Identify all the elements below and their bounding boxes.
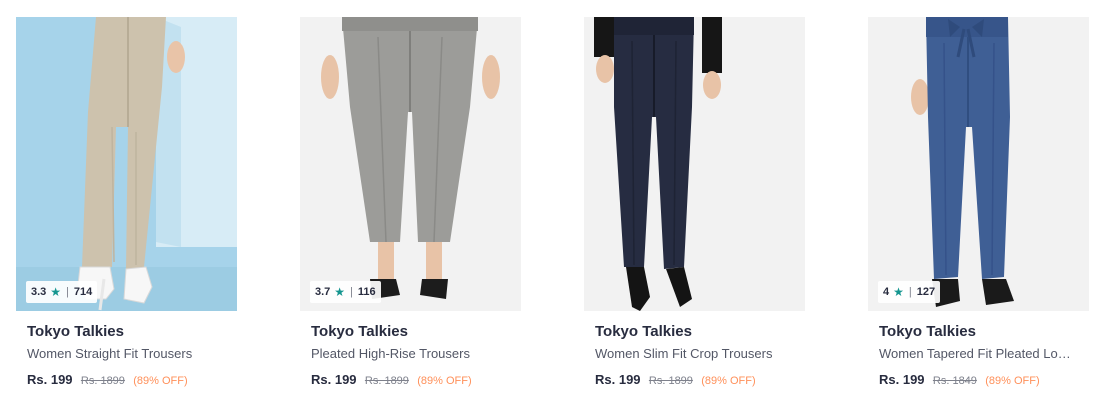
product-brand: Tokyo Talkies <box>311 323 408 340</box>
rating-divider: | <box>66 286 69 298</box>
product-discount: (89% OFF) <box>701 375 756 387</box>
product-card-2[interactable]: 3.7 ★ | 116 Tokyo Talkies Pleated High-R… <box>300 17 521 397</box>
product-photo <box>584 17 805 311</box>
product-brand: Tokyo Talkies <box>595 323 692 340</box>
product-price: Rs. 199 <box>879 372 925 387</box>
price-row: Rs. 199 Rs. 1849 (89% OFF) <box>879 372 1089 389</box>
product-discount: (89% OFF) <box>417 375 472 387</box>
rating-value: 3.3 <box>31 286 47 298</box>
star-icon: ★ <box>334 285 346 299</box>
rating-badge: 3.7 ★ | 116 <box>310 281 381 303</box>
product-mrp: Rs. 1899 <box>364 375 409 387</box>
price-row: Rs. 199 Rs. 1899 (89% OFF) <box>27 372 237 389</box>
star-icon: ★ <box>893 285 904 299</box>
rating-count: 127 <box>916 286 936 298</box>
rating-divider: | <box>908 286 912 298</box>
product-image-1[interactable]: 3.3 ★ | 714 <box>16 17 237 311</box>
product-photo <box>868 17 1089 311</box>
rating-badge: 3.3 ★ | 714 <box>26 281 98 303</box>
rating-count: 714 <box>73 286 93 298</box>
product-image-2[interactable]: 3.7 ★ | 116 <box>300 17 521 311</box>
product-mrp: Rs. 1899 <box>648 375 693 387</box>
product-card-1[interactable]: 3.3 ★ | 714 Tokyo Talkies Women Straight… <box>16 17 237 397</box>
rating-value: 4 <box>883 286 890 298</box>
product-discount: (89% OFF) <box>133 375 188 387</box>
product-info: Tokyo Talkies Women Slim Fit Crop Trouse… <box>584 323 805 389</box>
rating-badge: 4 ★ | 127 <box>878 281 941 303</box>
rating-divider: | <box>350 286 353 298</box>
product-name: Women Straight Fit Trousers <box>27 346 193 361</box>
rating-value: 3.7 <box>315 286 331 298</box>
product-card-3[interactable]: Tokyo Talkies Women Slim Fit Crop Trouse… <box>584 17 805 397</box>
product-photo <box>300 17 521 311</box>
product-image-3[interactable] <box>584 17 805 311</box>
product-name: Pleated High-Rise Trousers <box>311 346 470 361</box>
product-photo <box>16 17 237 311</box>
price-row: Rs. 199 Rs. 1899 (89% OFF) <box>311 372 521 389</box>
product-price: Rs. 199 <box>595 372 641 387</box>
product-name: Women Tapered Fit Pleated Lo… <box>879 346 1071 361</box>
product-discount: (89% OFF) <box>985 375 1040 387</box>
product-info: Tokyo Talkies Women Straight Fit Trouser… <box>16 323 237 389</box>
product-image-4[interactable]: 4 ★ | 127 <box>868 17 1089 311</box>
product-name: Women Slim Fit Crop Trousers <box>595 346 773 361</box>
product-info: Tokyo Talkies Women Tapered Fit Pleated … <box>868 323 1089 389</box>
product-brand: Tokyo Talkies <box>27 323 124 340</box>
product-price: Rs. 199 <box>27 372 73 387</box>
price-row: Rs. 199 Rs. 1899 (89% OFF) <box>595 372 805 389</box>
product-card-4[interactable]: 4 ★ | 127 Tokyo Talkies Women Tapered Fi… <box>868 17 1089 397</box>
product-mrp: Rs. 1899 <box>80 375 125 387</box>
product-mrp: Rs. 1849 <box>932 375 977 387</box>
product-grid: 3.3 ★ | 714 Tokyo Talkies Women Straight… <box>0 0 1105 406</box>
product-info: Tokyo Talkies Pleated High-Rise Trousers… <box>300 323 521 389</box>
star-icon: ★ <box>50 285 62 299</box>
product-price: Rs. 199 <box>311 372 357 387</box>
product-brand: Tokyo Talkies <box>879 323 976 340</box>
rating-count: 116 <box>357 286 376 298</box>
